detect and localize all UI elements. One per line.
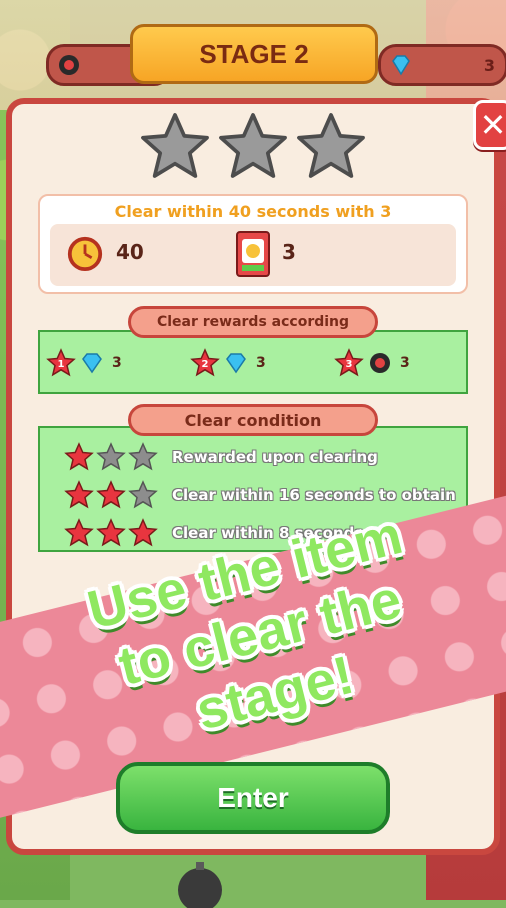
reward-rank: 1 — [58, 359, 65, 370]
card-icon — [236, 231, 270, 277]
star-icon — [128, 518, 158, 547]
star-icon — [96, 518, 126, 547]
objective-card-value: 3 — [282, 240, 296, 264]
ring-icon — [370, 353, 390, 373]
bomb-icon — [178, 862, 222, 908]
star-icon: 2 — [190, 348, 220, 377]
diamond-icon — [392, 55, 410, 76]
reward-rank: 3 — [346, 359, 353, 370]
star-icon — [96, 480, 126, 509]
star-icon-empty — [297, 113, 365, 178]
resource-value-diamonds: 3 — [483, 55, 495, 75]
star-icon-empty — [128, 480, 158, 509]
reward-value: 3 — [256, 355, 266, 371]
condition-text: Rewarded upon clearing — [172, 448, 378, 466]
objective-box: 40 3 — [50, 224, 456, 286]
reward-rank: 2 — [202, 359, 209, 370]
star-icon-empty — [128, 442, 158, 471]
diamond-icon — [82, 353, 102, 374]
condition-row-1: Rewarded upon clearing — [64, 442, 378, 472]
enter-button[interactable]: Enter — [116, 762, 390, 834]
reward-value: 3 — [400, 355, 410, 371]
reward-value: 3 — [112, 355, 122, 371]
star-icon: 1 — [46, 348, 76, 377]
star-icon — [64, 442, 94, 471]
resource-bar-diamonds: 3 — [378, 44, 506, 86]
diamond-icon — [226, 353, 246, 374]
star-icon — [64, 518, 94, 547]
condition-label: Clear condition — [128, 404, 378, 436]
objective-title: Clear within 40 seconds with 3 — [114, 202, 392, 221]
objective-time-value: 40 — [116, 240, 144, 264]
reward-item-1: 1 3 — [46, 348, 122, 378]
star-icon: 3 — [334, 348, 364, 377]
star-icon — [64, 480, 94, 509]
reward-item-3: 3 3 — [334, 348, 410, 378]
reward-item-2: 2 3 — [190, 348, 266, 378]
star-rating — [138, 110, 368, 188]
rewards-label: Clear rewards according — [128, 306, 378, 338]
stage-title: STAGE 2 — [130, 24, 378, 84]
ring-icon — [59, 55, 79, 75]
objective-card: Clear within 40 seconds with 3 40 3 — [38, 194, 468, 294]
star-icon-empty — [96, 442, 126, 471]
alarm-clock-icon — [67, 236, 103, 272]
star-icon-empty — [141, 113, 209, 178]
rewards-box: 1 3 2 3 3 3 — [38, 330, 468, 394]
close-button[interactable]: ✕ — [473, 100, 506, 150]
star-icon-empty — [219, 113, 287, 178]
